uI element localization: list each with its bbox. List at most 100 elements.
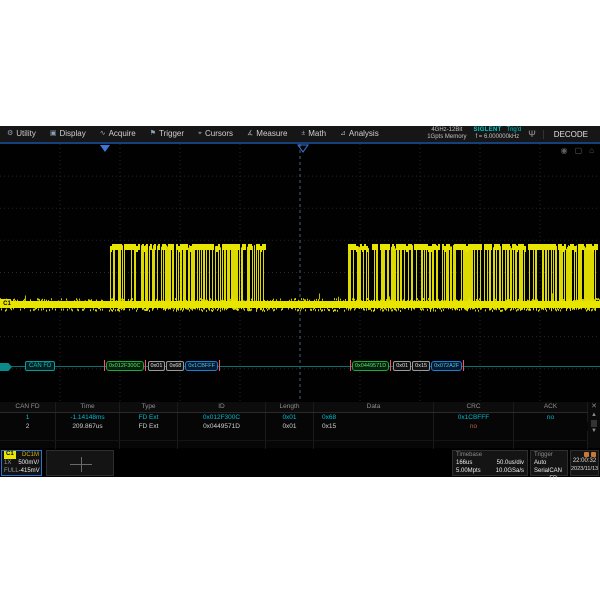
close-icon[interactable]: ✕	[591, 402, 597, 412]
col-ack: ACK	[514, 402, 588, 412]
bandwidth-label: 4GHz-12Bit	[427, 127, 466, 134]
table-row-empty	[0, 431, 600, 441]
frame-crc-box: 0x1CBFFF	[185, 361, 218, 371]
timebase-box[interactable]: Timebase 166us 50.0us/div 5.00Mpts 10.0GSa…	[452, 450, 528, 476]
decode-tab[interactable]: DECODE	[543, 130, 597, 139]
menu-cursors[interactable]: ⌖Cursors	[191, 126, 240, 142]
col-length: Length	[266, 402, 314, 412]
lock-icon[interactable]: ⌂	[589, 146, 594, 155]
col-type: Type	[120, 402, 178, 412]
window-icon[interactable]: ▢	[575, 146, 583, 155]
usb-icon: Ψ	[528, 129, 536, 139]
cell-data: 0x15	[314, 422, 434, 431]
cell-type: FD Ext	[120, 422, 178, 431]
clock-time: 22:00:32	[571, 457, 598, 465]
crosshair-icon: ⌖	[198, 126, 202, 142]
trigger-mode: Auto	[534, 459, 546, 467]
timebase-delay: 166us	[456, 459, 472, 467]
menu-utility[interactable]: ⚙Utility	[0, 126, 43, 142]
snapshot-icon[interactable]: ◉	[561, 146, 568, 155]
col-id: ID	[178, 402, 266, 412]
waveform-display[interactable]: ◉ ▢ ⌂ C1 CAN FD 0x012F300C 0x01 0x68 0x1…	[0, 144, 600, 401]
frame-end-tick	[219, 360, 220, 371]
menu-measure[interactable]: ∡Measure	[240, 126, 294, 142]
menu-label: Display	[59, 126, 85, 142]
col-time: Time	[56, 402, 120, 412]
timebase-scale: 50.0us/div	[497, 459, 524, 467]
cell-crc: 0x1CBFFF	[434, 413, 514, 422]
channel1-tag: C1	[4, 451, 16, 459]
timebase-title: Timebase	[453, 451, 527, 459]
frame-tick	[390, 360, 391, 371]
trigger-status: Trig'd	[507, 127, 522, 133]
waveform-icon: ∿	[100, 126, 106, 142]
sample-rate: 10.0GSa/s	[496, 467, 524, 475]
trigger-title: Trigger	[531, 451, 567, 459]
menu-label: Acquire	[109, 126, 136, 142]
table-corner-label: CAN FD	[0, 402, 56, 412]
math-icon: ±	[301, 126, 305, 142]
menu-label: Math	[308, 126, 326, 142]
probe-label: 1X	[4, 459, 11, 467]
status-bar: C1DC1M 1X500mV/ FULL-415mV Timebase 166u…	[0, 449, 600, 477]
display-icon: ▣	[50, 126, 57, 142]
clock-date: 2023/11/13	[571, 465, 598, 473]
decode-frame-1: 0x012F300C 0x01 0x68 0x1CBFFF	[103, 360, 221, 371]
menu-display[interactable]: ▣Display	[43, 126, 93, 142]
menu-label: Trigger	[159, 126, 184, 142]
menu-label: Utility	[16, 126, 36, 142]
plus-icon	[81, 457, 82, 472]
frame-crc-box: 0x072A2F	[431, 361, 462, 371]
clock-box[interactable]: 22:00:32 2023/11/13	[570, 450, 599, 476]
channel1-box[interactable]: C1DC1M 1X500mV/ FULL-415mV	[1, 450, 42, 476]
frame-data-box: 0x15	[412, 361, 430, 371]
menu-acquire[interactable]: ∿Acquire	[93, 126, 143, 142]
table-row[interactable]: 1 -1.14148ms FD Ext 0x012F300C 0x01 0x68…	[0, 413, 600, 422]
brand-label: SIGLENT	[474, 127, 502, 133]
menu-analysis[interactable]: ⊿Analysis	[333, 126, 386, 142]
menu-bar: ⚙Utility ▣Display ∿Acquire ⚑Trigger ⌖Cur…	[0, 126, 600, 144]
frame-data-box: 0x68	[166, 361, 184, 371]
corner-icons: ◉ ▢ ⌂	[561, 146, 594, 155]
cell-id: 0x012F300C	[178, 413, 266, 422]
table-scrollbar[interactable]: ✕ ▲ ▼	[588, 402, 600, 448]
system-info: 4GHz-12Bit 1Gpts Memory	[427, 127, 466, 141]
menu-trigger[interactable]: ⚑Trigger	[143, 126, 191, 142]
cell-id: 0x0449571D	[178, 422, 266, 431]
frame-id-box: 0x012F300C	[106, 361, 144, 371]
bandwidth-limit: FULL	[4, 467, 19, 475]
freq-counter: f = 6.000000kHz	[474, 134, 522, 141]
flag-icon: ⚑	[150, 126, 156, 142]
page: ⚙Utility ▣Display ∿Acquire ⚑Trigger ⌖Cur…	[0, 0, 600, 600]
vertical-scale: 500mV/	[18, 459, 39, 467]
decode-table: CAN FD Time Type ID Length Data CRC ACK …	[0, 402, 600, 448]
scroll-up-icon[interactable]: ▲	[591, 412, 597, 419]
frame-length-box: 0x01	[393, 361, 411, 371]
oscilloscope-window: ⚙Utility ▣Display ∿Acquire ⚑Trigger ⌖Cur…	[0, 126, 600, 477]
menu-right-cluster: 4GHz-12Bit 1Gpts Memory SIGLENT Trig'd f …	[427, 126, 597, 142]
cell-ack: no	[434, 422, 514, 431]
memory-depth: 5.00Mpts	[456, 467, 481, 475]
menu-label: Cursors	[205, 126, 233, 142]
frame-length-box: 0x01	[148, 361, 166, 371]
add-channel-box[interactable]	[46, 450, 114, 476]
chart-icon: ⊿	[340, 126, 346, 142]
trigger-box[interactable]: Trigger Auto SerialCAN FD	[530, 450, 568, 476]
decode-table-header: CAN FD Time Type ID Length Data CRC ACK	[0, 402, 600, 413]
cell-length: 0x01	[266, 413, 314, 422]
frame-start-tick	[350, 360, 351, 371]
col-crc: CRC	[434, 402, 514, 412]
ruler-icon: ∡	[247, 126, 253, 142]
menu-math[interactable]: ±Math	[294, 126, 333, 142]
col-data: Data	[314, 402, 434, 412]
frame-id-box: 0x0449571D	[352, 361, 389, 371]
waveform-canvas	[0, 144, 600, 401]
scroll-thumb[interactable]	[591, 420, 597, 427]
cell-time: -1.14148ms	[56, 413, 120, 422]
table-row[interactable]: 2 209.867us FD Ext 0x0449571D 0x01 0x15 …	[0, 422, 600, 431]
cell-type: FD Ext	[120, 413, 178, 422]
cell-data: 0x68	[314, 413, 434, 422]
cell-num: 1	[0, 413, 56, 422]
frame-tick	[145, 360, 146, 371]
scroll-down-icon[interactable]: ▼	[591, 428, 597, 435]
